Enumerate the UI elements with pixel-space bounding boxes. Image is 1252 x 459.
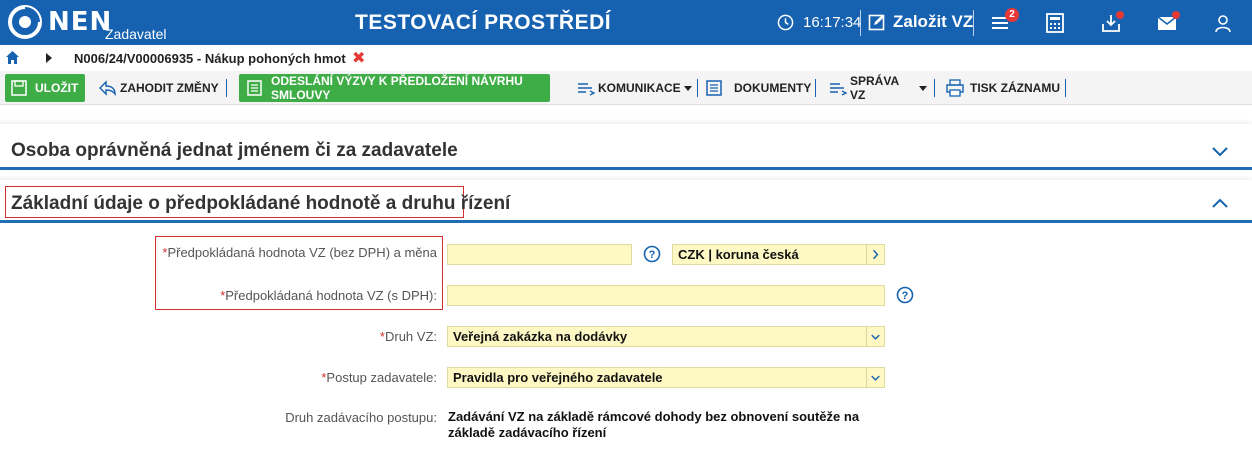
logo-subtitle: Zadavatel — [105, 26, 167, 42]
communication-lines-icon — [578, 83, 596, 96]
vz-admin-menu[interactable]: SPRÁVA VZ — [826, 74, 930, 102]
home-icon[interactable] — [5, 50, 20, 65]
user-icon[interactable] — [1212, 12, 1234, 34]
inbox-alert-dot — [1116, 11, 1124, 19]
procedure-select[interactable]: Pravidla pro veřejného zadavatele — [447, 367, 885, 388]
value-vat-input[interactable] — [447, 285, 885, 306]
section-title[interactable]: Základní údaje o předpokládané hodnotě a… — [11, 193, 510, 215]
breadcrumb: N006/24/V00006935 - Nákup pohoných hmot … — [0, 45, 1252, 71]
toolbar-divider — [815, 79, 816, 97]
help-icon[interactable]: ? — [896, 286, 914, 304]
notification-badge: 2 — [1005, 8, 1019, 22]
nen-logo-icon[interactable] — [8, 5, 42, 39]
action-toolbar: ULOŽIT ZAHODIT ZMĚNY ODESLÁNÍ VÝZVY K PŘ… — [0, 71, 1252, 105]
environment-title: TESTOVACÍ PROSTŘEDÍ — [355, 11, 612, 34]
floppy-disk-icon — [11, 80, 27, 96]
print-record-label: TISK ZÁZNAMU — [970, 81, 1060, 95]
currency-value: CZK | koruna česká — [678, 247, 799, 262]
authorized-person-section[interactable]: Osoba oprávněná jednat jménem či za zada… — [0, 124, 1252, 170]
toolbar-divider — [226, 79, 227, 97]
procedure-value: Pravidla pro veřejného zadavatele — [453, 370, 663, 385]
value-no-vat-label: *Předpokládaná hodnota VZ (bez DPH) a mě… — [162, 245, 437, 260]
chevron-up-icon[interactable] — [1211, 197, 1229, 209]
toolbar-divider — [697, 79, 698, 97]
procedure-label: *Postup zadavatele: — [321, 370, 437, 385]
kind-vz-value: Veřejná zakázka na dodávky — [453, 329, 628, 344]
undo-arrow-icon — [99, 80, 116, 97]
create-vz-button[interactable]: Založit VZ — [893, 12, 973, 32]
currency-select[interactable]: CZK | koruna česká — [672, 244, 885, 265]
discard-changes-button[interactable]: ZAHODIT ZMĚNY — [92, 74, 222, 102]
chevron-down-icon[interactable] — [866, 368, 884, 387]
svg-text:?: ? — [902, 290, 909, 302]
chevron-down-icon[interactable] — [866, 327, 884, 346]
documents-button[interactable]: DOKUMENTY — [702, 74, 812, 102]
mail-alert-dot — [1172, 11, 1180, 19]
toolbar-divider — [934, 79, 935, 97]
vz-admin-label: SPRÁVA VZ — [850, 74, 899, 102]
header-divider — [860, 10, 861, 36]
header-divider — [973, 10, 974, 36]
kind-vz-select[interactable]: Veřejná zakázka na dodávky — [447, 326, 885, 347]
svg-text:?: ? — [649, 249, 656, 261]
print-record-button[interactable]: TISK ZÁZNAMU — [942, 74, 1062, 102]
chevron-right-icon[interactable] — [866, 245, 884, 264]
breadcrumb-path[interactable]: N006/24/V00006935 - Nákup pohoných hmot — [74, 51, 346, 66]
estimated-value-section[interactable]: Základní údaje o předpokládané hodnotě a… — [0, 180, 1252, 223]
caret-down-icon — [919, 86, 927, 91]
communication-label: KOMUNIKACE — [598, 81, 681, 95]
document-list-icon — [247, 80, 262, 96]
printer-icon — [946, 79, 964, 97]
value-vat-label: *Předpokládaná hodnota VZ (s DPH): — [220, 288, 437, 303]
calculator-icon[interactable] — [1044, 12, 1066, 34]
admin-lines-icon — [830, 83, 848, 96]
clock-icon — [777, 14, 794, 31]
kind-vz-label: *Druh VZ: — [379, 329, 437, 344]
top-header: NEN Zadavatel TESTOVACÍ PROSTŘEDÍ 16:17:… — [0, 0, 1252, 45]
save-label: ULOŽIT — [35, 81, 79, 95]
chevron-down-icon[interactable] — [1211, 146, 1229, 158]
discard-label: ZAHODIT ZMĚNY — [120, 81, 219, 95]
caret-right-icon — [46, 53, 52, 63]
send-invitation-button[interactable]: ODESLÁNÍ VÝZVY K PŘEDLOŽENÍ NÁVRHU SMLOU… — [239, 74, 550, 102]
send-invitation-label: ODESLÁNÍ VÝZVY K PŘEDLOŽENÍ NÁVRHU SMLOU… — [271, 74, 523, 102]
section-title[interactable]: Osoba oprávněná jednat jménem či za zada… — [11, 140, 458, 162]
logo-text[interactable]: NEN — [48, 7, 112, 37]
edit-icon[interactable] — [868, 13, 886, 31]
save-button[interactable]: ULOŽIT — [5, 74, 85, 102]
close-icon[interactable]: ✖ — [352, 48, 365, 68]
caret-down-icon — [683, 86, 692, 91]
communication-menu[interactable]: KOMUNIKACE — [574, 74, 694, 102]
session-time: 16:17:34 — [803, 14, 862, 31]
procedure-type-label: Druh zadávacího postupu: — [285, 410, 437, 425]
procedure-type-value: Zadávání VZ na základě rámcové dohody be… — [448, 409, 860, 440]
help-icon[interactable]: ? — [643, 245, 661, 263]
toolbar-divider — [1065, 79, 1066, 97]
documents-label: DOKUMENTY — [734, 81, 812, 95]
document-icon — [706, 80, 722, 96]
value-no-vat-input[interactable] — [447, 244, 632, 265]
